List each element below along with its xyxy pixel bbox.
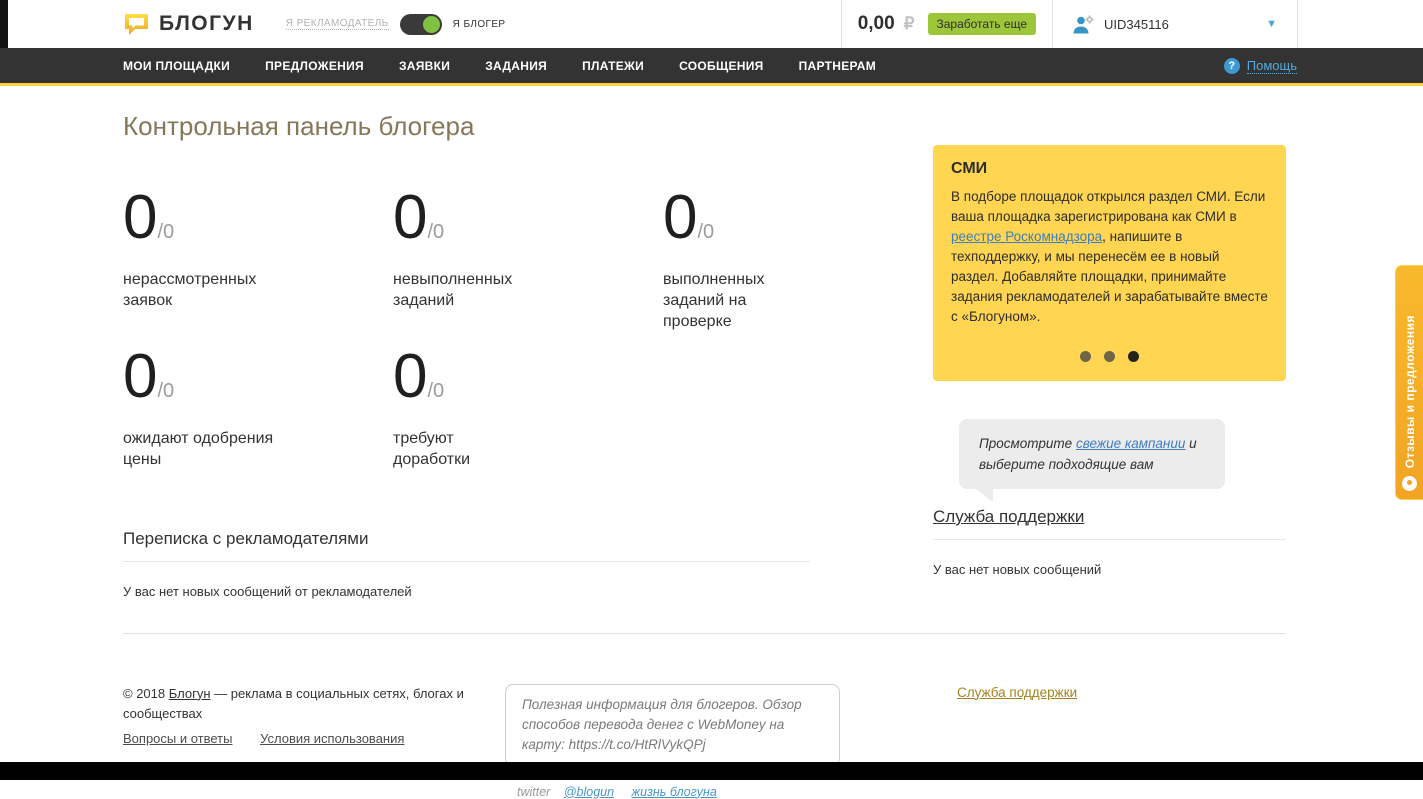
footer-copyright: © 2018 Блогун — реклама в социальных сет… (123, 684, 505, 749)
support-divider (933, 539, 1286, 540)
feedback-bulb-icon (1402, 476, 1417, 491)
help-link[interactable]: ? Помощь (1223, 57, 1297, 74)
fresh-campaigns-bubble: Просмотрите свежие кампании и выберите п… (959, 419, 1225, 502)
support-messages-section: Служба поддержки У вас нет новых сообщен… (933, 507, 1286, 577)
nav-item-messages[interactable]: СООБЩЕНИЯ (679, 59, 764, 73)
stat-total: /0 (427, 221, 445, 243)
logo-speech-bubble-icon (123, 12, 150, 37)
feedback-tab[interactable]: Отзывы и предложения (1395, 265, 1423, 500)
carousel-dot[interactable] (1080, 351, 1091, 362)
question-mark-icon: ? (1223, 57, 1240, 74)
stat-unreviewed-applications: 0/0 нерассмотренных заявок (123, 187, 393, 332)
stat-total: /0 (157, 221, 175, 243)
advertiser-messages-empty-text: У вас нет новых сообщений от рекламодате… (123, 583, 412, 599)
terms-link[interactable]: Условия использования (260, 731, 404, 746)
twitter-label: twitter (517, 784, 551, 799)
stat-label: требуют доработки (393, 430, 471, 469)
footer-support: Служба поддержки (957, 684, 1077, 702)
faq-link[interactable]: Вопросы и ответы (123, 731, 232, 746)
stat-label: выполненных заданий на проверке (663, 271, 765, 331)
carousel-dot[interactable] (1104, 351, 1115, 362)
top-bar-right: 0,00 ₽ Заработать еще UID345116 ▼ (840, 0, 1423, 48)
bubble-text-before: Просмотрите (979, 436, 1076, 451)
tweet-meta: twitter @blogun жизнь блогуна (505, 785, 840, 799)
stat-total: /0 (427, 380, 445, 403)
stat-value: 0 (663, 183, 698, 252)
footer-divider (123, 632, 1286, 634)
roskomnadzor-registry-link[interactable]: реестре Роскомнадзора (951, 229, 1102, 244)
nav-item-partners[interactable]: ПАРТНЕРАМ (799, 59, 876, 73)
top-bar: БЛОГУН Я РЕКЛАМОДАТЕЛЬ Я БЛОГЕР 0,00 ₽ З… (0, 0, 1423, 48)
footer-support-link[interactable]: Служба поддержки (957, 685, 1077, 700)
smi-promo-box: СМИ В подборе площадок открылся раздел С… (933, 145, 1286, 381)
bottom-black-bar (0, 762, 1423, 780)
smi-box-title: СМИ (951, 160, 988, 177)
fresh-campaigns-link[interactable]: свежие кампании (1076, 436, 1185, 451)
user-gear-icon (1073, 14, 1095, 34)
nav-item-my-platforms[interactable]: МОИ ПЛОЩАДКИ (123, 59, 230, 73)
support-empty-text: У вас нет новых сообщений (933, 562, 1102, 577)
nav-item-applications[interactable]: ЗАЯВКИ (399, 59, 450, 73)
stat-value: 0 (393, 342, 428, 412)
help-label: Помощь (1246, 57, 1297, 74)
footer-links: Вопросы и ответы Условия использования (123, 729, 505, 749)
advertiser-messages-section: Переписка с рекламодателями У вас нет но… (123, 529, 810, 599)
earn-more-button[interactable]: Заработать еще (927, 13, 1036, 35)
advertiser-messages-title: Переписка с рекламодателями (123, 529, 810, 562)
nav-item-tasks[interactable]: ЗАДАНИЯ (485, 59, 547, 73)
left-edge-sliver (0, 0, 8, 48)
footer: © 2018 Блогун — реклама в социальных сет… (123, 683, 1286, 799)
stat-value: 0 (123, 183, 158, 252)
stat-value: 0 (123, 342, 158, 412)
logo[interactable]: БЛОГУН (123, 12, 254, 37)
logo-text: БЛОГУН (159, 12, 254, 35)
nav-item-payments[interactable]: ПЛАТЕЖИ (582, 59, 644, 73)
blogger-role-label: Я БЛОГЕР (452, 18, 506, 30)
smi-box-text: В подборе площадок открылся раздел СМИ. … (951, 187, 1268, 327)
brand-link[interactable]: Блогун (169, 686, 211, 701)
twitter-life-link[interactable]: жизнь блогуна (632, 785, 717, 799)
role-toggle-knob (422, 15, 440, 33)
tweet-bubble: Полезная информация для блогеров. Обзор … (505, 683, 840, 778)
chevron-down-icon: ▼ (1266, 18, 1277, 30)
stat-label: невыполненных заданий (393, 271, 513, 310)
balance-section: 0,00 ₽ Заработать еще (840, 0, 1052, 48)
stats-grid: 0/0 нерассмотренных заявок 0/0 невыполне… (123, 187, 933, 471)
stat-label: нерассмотренных заявок (123, 271, 257, 310)
left-column: Контрольная панель блогера 0/0 нерассмот… (123, 86, 933, 599)
stat-label: ожидают одобрения цены (123, 430, 274, 469)
stat-total: /0 (697, 221, 715, 243)
balance-amount: 0,00 (857, 13, 895, 34)
user-id: UID345116 (1104, 16, 1169, 32)
ruble-currency-icon: ₽ (903, 14, 915, 33)
top-bar-spacer (1297, 0, 1423, 48)
stat-unfinished-tasks: 0/0 невыполненных заданий (393, 187, 663, 332)
feedback-tab-label: Отзывы и предложения (1402, 314, 1417, 468)
twitter-handle-link[interactable]: @blogun (564, 785, 614, 799)
role-toggle[interactable] (399, 13, 442, 35)
carousel-dots (951, 351, 1268, 362)
page-title: Контрольная панель блогера (123, 111, 475, 141)
stat-awaiting-price-approval: 0/0 ожидают одобрения цены (123, 346, 393, 470)
smi-text-before: В подборе площадок открылся раздел СМИ. … (951, 189, 1266, 224)
carousel-dot-active[interactable] (1128, 351, 1139, 362)
main-nav: МОИ ПЛОЩАДКИ ПРЕДЛОЖЕНИЯ ЗАЯВКИ ЗАДАНИЯ … (0, 48, 1423, 86)
stat-value: 0 (393, 183, 428, 252)
right-column: СМИ В подборе площадок открылся раздел С… (933, 86, 1286, 599)
user-menu[interactable]: UID345116 ▼ (1052, 0, 1297, 48)
stat-needs-rework: 0/0 требуют доработки (393, 346, 663, 470)
stat-tasks-under-review: 0/0 выполненных заданий на проверке (663, 187, 933, 332)
nav-items: МОИ ПЛОЩАДКИ ПРЕДЛОЖЕНИЯ ЗАЯВКИ ЗАДАНИЯ … (123, 59, 876, 73)
copyright-year: © 2018 (123, 685, 169, 701)
advertiser-role-link[interactable]: Я РЕКЛАМОДАТЕЛЬ (285, 18, 389, 30)
footer-tweet: Полезная информация для блогеров. Обзор … (505, 683, 840, 799)
nav-item-offers[interactable]: ПРЕДЛОЖЕНИЯ (265, 59, 364, 73)
support-section-link[interactable]: Служба поддержки (933, 507, 1084, 526)
stat-total: /0 (157, 380, 175, 403)
main-content: Контрольная панель блогера 0/0 нерассмот… (0, 86, 1423, 799)
role-switch: Я РЕКЛАМОДАТЕЛЬ Я БЛОГЕР (285, 13, 506, 35)
